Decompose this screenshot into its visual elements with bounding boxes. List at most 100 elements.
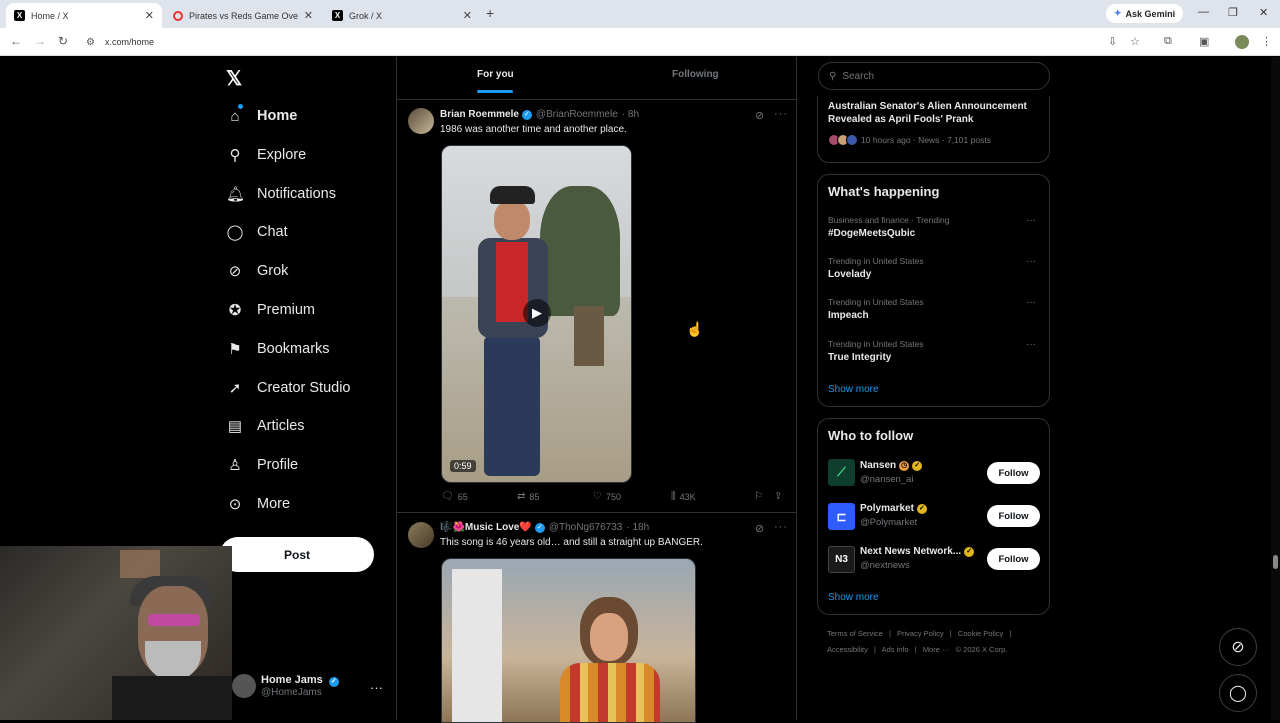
follow-button[interactable]: Follow: [987, 462, 1040, 484]
sidebar-item-chat[interactable]: ◯ Chat: [226, 219, 288, 245]
tweet-author-name[interactable]: 🎼🌺Music Love❤️: [440, 522, 532, 533]
video-background-pole: [452, 569, 502, 722]
sidebar-item-explore[interactable]: ⚲ Explore: [226, 142, 307, 168]
new-tab-button[interactable]: +: [486, 5, 494, 21]
privacy-link[interactable]: Privacy Policy: [897, 629, 944, 638]
browser-tab-home[interactable]: X Home / X ✕: [6, 3, 162, 28]
page-scrollbar[interactable]: [1271, 57, 1280, 720]
sidebar-item-notifications[interactable]: 🔔︎ Notifications: [226, 181, 336, 207]
bookmark-button[interactable]: ⚐: [754, 491, 763, 502]
extensions-icon[interactable]: ⧉: [1164, 35, 1172, 48]
trend-item-name[interactable]: True Integrity: [828, 352, 891, 363]
close-tab-icon[interactable]: ✕: [145, 9, 154, 22]
tweet-more-icon[interactable]: ···: [774, 521, 788, 533]
sidebar-item-creator-studio[interactable]: ➚ Creator Studio: [226, 375, 351, 401]
tab-for-you[interactable]: For you: [477, 69, 514, 80]
browser-menu-icon[interactable]: ⋮: [1261, 35, 1272, 48]
grok-explain-icon[interactable]: ⊘: [755, 109, 764, 122]
browser-tab-pirates[interactable]: Pirates vs Reds Game Overview ✕: [165, 3, 321, 28]
trend-item-name[interactable]: Lovelady: [828, 269, 871, 280]
forward-arrow-icon[interactable]: →: [34, 34, 46, 48]
sidebar-item-premium[interactable]: ✪ Premium: [226, 297, 315, 323]
address-toolbar: ← → ↻ ⚙ x.com/home ⇩ ☆ ⧉ ▣ ⋮: [0, 28, 1280, 56]
tweet-more-icon[interactable]: ···: [774, 108, 788, 120]
sidebar-item-articles[interactable]: ▤ Articles: [226, 413, 305, 439]
tweet-author-handle[interactable]: @BrianRoemmele: [536, 109, 618, 120]
news-meta: 10 hours ago · News · 7,101 posts: [828, 134, 991, 146]
scrollbar-thumb[interactable]: [1273, 555, 1278, 569]
follow-button[interactable]: Follow: [987, 505, 1040, 527]
trend-item-name[interactable]: Impeach: [828, 310, 869, 321]
sidebar-item-more[interactable]: ⊙ More: [226, 491, 290, 517]
site-info-icon[interactable]: ⚙: [86, 37, 95, 48]
trend-item-name[interactable]: #DogeMeetsQubic: [828, 228, 915, 239]
browser-profile-avatar[interactable]: [1235, 35, 1249, 49]
bookmark-star-icon[interactable]: ☆: [1130, 35, 1140, 48]
sidebar-item-grok[interactable]: ⊘ Grok: [226, 258, 289, 284]
footer-more-link[interactable]: More ···: [923, 645, 950, 654]
section-heading: What's happening: [828, 184, 940, 199]
news-card[interactable]: Australian Senator's Alien Announcement …: [817, 96, 1050, 163]
sidebar-item-bookmarks[interactable]: ⚑ Bookmarks: [226, 336, 329, 362]
avatar[interactable]: [408, 522, 434, 548]
avatar[interactable]: ⊏: [828, 503, 855, 530]
trend-more-icon[interactable]: ···: [1026, 339, 1036, 350]
like-button[interactable]: ♡ 750: [593, 491, 621, 502]
follow-account-name[interactable]: Polymarket ✓: [860, 503, 927, 514]
x-logo-icon[interactable]: 𝕏: [226, 66, 242, 91]
trend-more-icon[interactable]: ···: [1026, 215, 1036, 226]
sidebar-item-profile[interactable]: ♙ Profile: [226, 452, 298, 478]
avatar[interactable]: ⟋: [828, 459, 855, 486]
sidepanel-icon[interactable]: ▣: [1199, 35, 1209, 48]
show-more-link[interactable]: Show more: [828, 592, 879, 603]
accessibility-link[interactable]: Accessibility: [827, 645, 868, 654]
search-input[interactable]: ⚲ Search: [818, 62, 1050, 90]
account-more-icon[interactable]: ···: [370, 680, 383, 695]
terms-link[interactable]: Terms of Service: [827, 629, 883, 638]
avatar[interactable]: N3: [828, 546, 855, 573]
grok-explain-icon[interactable]: ⊘: [755, 522, 764, 535]
reply-button[interactable]: 🗨︎ 65: [441, 491, 468, 502]
follow-account-name[interactable]: Next News Network... ✓: [860, 546, 975, 557]
trend-more-icon[interactable]: ···: [1026, 297, 1036, 308]
cookie-link[interactable]: Cookie Policy: [958, 629, 1003, 638]
install-app-icon[interactable]: ⇩: [1108, 35, 1117, 48]
tweet-time[interactable]: · 8h: [622, 109, 639, 120]
play-icon[interactable]: ▶: [523, 299, 551, 327]
tweet-time[interactable]: · 18h: [626, 522, 649, 533]
minimize-button[interactable]: —: [1198, 6, 1209, 18]
ads-info-link[interactable]: Ads info: [882, 645, 909, 654]
post-button[interactable]: Post: [220, 537, 374, 572]
views-button[interactable]: ⫼ 43K: [671, 491, 696, 502]
avatar[interactable]: [408, 108, 434, 134]
back-arrow-icon[interactable]: ←: [10, 34, 22, 48]
gemini-sparkle-icon: ✦: [1114, 8, 1122, 18]
webcam-glasses: [148, 614, 200, 626]
share-button[interactable]: ⇪: [774, 491, 782, 502]
follow-account-name[interactable]: Nansen ◷ ✓: [860, 460, 923, 471]
repost-button[interactable]: ⇄ 85: [517, 491, 539, 502]
browser-tab-grok[interactable]: X Grok / X ✕: [324, 3, 480, 28]
ask-gemini-button[interactable]: ✦ Ask Gemini: [1106, 4, 1184, 23]
verified-icon: ✪: [228, 302, 242, 319]
restore-button[interactable]: ❐: [1228, 6, 1238, 19]
tweet-video[interactable]: [441, 558, 696, 723]
sidebar-item-home[interactable]: ⌂ Home: [226, 103, 297, 129]
close-tab-icon[interactable]: ✕: [304, 9, 313, 22]
grok-fab-button[interactable]: ⊘: [1219, 628, 1257, 666]
trend-more-icon[interactable]: ···: [1026, 256, 1036, 267]
close-window-button[interactable]: ✕: [1259, 6, 1268, 19]
tab-following[interactable]: Following: [672, 69, 719, 80]
tweet-author-name[interactable]: Brian Roemmele: [440, 109, 519, 120]
close-tab-icon[interactable]: ✕: [463, 9, 472, 22]
messages-fab-button[interactable]: ◯: [1219, 674, 1257, 712]
tweet-video[interactable]: ▶ 0:59: [441, 145, 632, 483]
reload-icon[interactable]: ↻: [58, 34, 68, 48]
url-bar[interactable]: ⚙ x.com/home: [86, 32, 1096, 52]
show-more-link[interactable]: Show more: [828, 384, 879, 395]
tweet-author-handle[interactable]: @ThoNg676733: [549, 522, 623, 533]
account-switcher[interactable]: Home Jams ✓ @HomeJams: [232, 674, 339, 698]
like-count: 750: [605, 491, 621, 502]
follow-button[interactable]: Follow: [987, 548, 1040, 570]
repost-icon: ⇄: [517, 491, 526, 502]
